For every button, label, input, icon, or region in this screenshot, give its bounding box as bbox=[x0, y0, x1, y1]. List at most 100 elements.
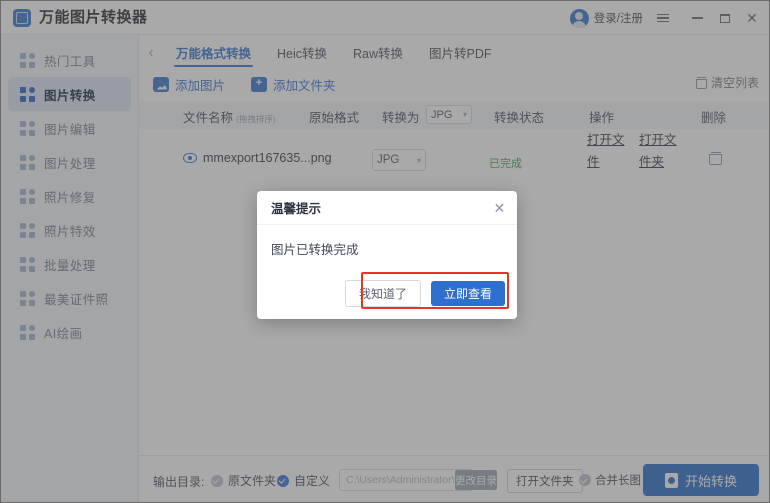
process-icon bbox=[20, 154, 35, 170]
dialog-acknowledge-button[interactable]: 我知道了 bbox=[344, 280, 421, 307]
output-dir-label: 输出目录: bbox=[153, 475, 205, 489]
sidebar-item-image-edit[interactable]: 图片编辑 bbox=[8, 111, 131, 145]
table-row: mmexport167635...png JPG ▾ 已完成 打开文件 打开文件… bbox=[139, 129, 769, 189]
trash-icon bbox=[695, 76, 707, 89]
sidebar-item-label: 照片修复 bbox=[44, 190, 96, 205]
effects-icon bbox=[20, 222, 35, 238]
notice-dialog: 温馨提示 ✕ 图片已转换完成 我知道了 立即查看 bbox=[257, 191, 517, 319]
app-logo-icon bbox=[13, 9, 31, 27]
sidebar-item-batch-process[interactable]: 批量处理 bbox=[8, 247, 131, 281]
sidebar-item-label: 热门工具 bbox=[44, 54, 96, 69]
sidebar-item-photo-effects[interactable]: 照片特效 bbox=[8, 213, 131, 247]
close-icon[interactable]: ✕ bbox=[741, 7, 763, 29]
radio-custom-folder[interactable]: 自定义 bbox=[277, 472, 330, 489]
sidebar-item-hot-tools[interactable]: 热门工具 bbox=[8, 43, 131, 77]
maximize-icon[interactable] bbox=[714, 7, 736, 29]
sidebar-item-label: 图片转换 bbox=[44, 88, 96, 103]
start-convert-button[interactable]: 开始转换 bbox=[643, 464, 759, 496]
open-folder-link[interactable]: 打开文件夹 bbox=[639, 129, 687, 173]
dialog-view-now-button[interactable]: 立即查看 bbox=[430, 281, 505, 306]
ai-paint-icon bbox=[20, 324, 35, 340]
clear-list-label: 清空列表 bbox=[710, 76, 759, 90]
application-window: 万能图片转换器 登录/注册 ✕ 热门工具 图片转换 图片编辑 图片处理 照片修复… bbox=[0, 0, 770, 503]
avatar bbox=[569, 8, 589, 28]
add-image-label: 添加图片 bbox=[175, 78, 226, 93]
open-file-link[interactable]: 打开文件 bbox=[587, 129, 629, 173]
header-status: 转换状态 bbox=[494, 111, 545, 125]
chevron-down-icon: ▾ bbox=[462, 110, 467, 119]
grid-icon bbox=[20, 52, 35, 68]
row-status: 已完成 bbox=[489, 158, 522, 170]
batch-icon bbox=[20, 256, 35, 272]
eye-icon[interactable] bbox=[183, 153, 197, 163]
radio-off-icon bbox=[211, 474, 223, 487]
radio-original-label: 原文件夹 bbox=[228, 474, 277, 488]
clear-list-button[interactable]: 清空列表 bbox=[695, 74, 759, 91]
folder-plus-icon bbox=[251, 75, 267, 92]
tab-image-to-pdf[interactable]: 图片转PDF bbox=[416, 35, 505, 69]
app-title: 万能图片转换器 bbox=[39, 9, 148, 26]
global-format-select[interactable]: JPG ▾ bbox=[426, 105, 472, 124]
header-convert-to: 转换为 bbox=[382, 111, 420, 125]
row-format-value: JPG bbox=[377, 154, 400, 166]
dialog-close-icon[interactable]: ✕ bbox=[492, 200, 507, 215]
back-chevron-icon[interactable]: ‹ bbox=[139, 35, 163, 69]
login-register-label: 登录/注册 bbox=[593, 13, 643, 25]
repair-icon bbox=[20, 188, 35, 204]
sidebar-item-ai-painting[interactable]: AI绘画 bbox=[8, 315, 131, 349]
sidebar-item-label: 最美证件照 bbox=[44, 292, 109, 307]
header-filename-hint: (拖拽排序) bbox=[236, 114, 276, 124]
radio-custom-label: 自定义 bbox=[294, 474, 331, 488]
sidebar-item-image-process[interactable]: 图片处理 bbox=[8, 145, 131, 179]
image-icon bbox=[153, 76, 169, 92]
sidebar: 热门工具 图片转换 图片编辑 图片处理 照片修复 照片特效 批量处理 最美证件照… bbox=[1, 35, 139, 502]
id-photo-icon bbox=[20, 290, 35, 306]
radio-original-folder[interactable]: 原文件夹 bbox=[211, 472, 276, 489]
header-source-format: 原始格式 bbox=[309, 111, 360, 125]
document-icon bbox=[664, 472, 678, 488]
minimize-icon[interactable] bbox=[686, 7, 708, 29]
convert-icon bbox=[20, 86, 35, 102]
global-format-value: JPG bbox=[431, 108, 453, 121]
toolbar: 添加图片 添加文件夹 清空列表 bbox=[139, 71, 769, 101]
dialog-header: 温馨提示 ✕ bbox=[257, 191, 517, 225]
hamburger-menu-icon[interactable] bbox=[652, 7, 674, 29]
add-image-button[interactable]: 添加图片 bbox=[153, 73, 225, 95]
tab-heic-convert[interactable]: Heic转换 bbox=[264, 35, 340, 69]
sidebar-item-label: 照片特效 bbox=[44, 224, 96, 239]
dialog-actions: 我知道了 立即查看 bbox=[344, 280, 505, 307]
sidebar-item-photo-repair[interactable]: 照片修复 bbox=[8, 179, 131, 213]
header-action: 操作 bbox=[589, 111, 615, 125]
title-bar: 万能图片转换器 登录/注册 ✕ bbox=[1, 1, 769, 35]
bottom-bar: 输出目录: 原文件夹 自定义 C:\Users\Administrator\..… bbox=[139, 455, 769, 502]
row-filename: mmexport167635...png bbox=[203, 151, 332, 165]
start-convert-label: 开始转换 bbox=[684, 473, 737, 489]
sidebar-item-label: 图片处理 bbox=[44, 156, 96, 171]
sidebar-item-label: 批量处理 bbox=[44, 258, 96, 273]
dialog-message: 图片已转换完成 bbox=[271, 243, 359, 257]
dialog-title: 温馨提示 bbox=[271, 202, 322, 216]
add-folder-button[interactable]: 添加文件夹 bbox=[251, 73, 336, 95]
radio-on-icon bbox=[277, 474, 289, 487]
sidebar-item-label: 图片编辑 bbox=[44, 122, 96, 137]
merge-long-image-checkbox[interactable]: 合并长图 bbox=[579, 472, 641, 488]
tab-bar: ‹ 万能格式转换 Heic转换 Raw转换 图片转PDF bbox=[139, 35, 769, 69]
header-delete: 删除 bbox=[701, 111, 727, 125]
chevron-down-icon: ▾ bbox=[416, 155, 421, 165]
table-header: 文件名称 (拖拽排序) 原始格式 转换为 JPG ▾ 转换状态 操作 删除 bbox=[139, 101, 769, 129]
tab-universal-convert[interactable]: 万能格式转换 bbox=[163, 35, 264, 69]
sidebar-item-image-convert[interactable]: 图片转换 bbox=[8, 77, 131, 111]
login-register-button[interactable]: 登录/注册 bbox=[569, 7, 643, 29]
edit-icon bbox=[20, 120, 35, 136]
checkbox-icon bbox=[579, 474, 591, 486]
row-format-select[interactable]: JPG ▾ bbox=[372, 149, 426, 171]
close-glyph: ✕ bbox=[746, 10, 758, 26]
merge-long-image-label: 合并长图 bbox=[595, 475, 641, 487]
change-dir-button[interactable]: 更改目录 bbox=[455, 470, 497, 490]
output-path-input[interactable]: C:\Users\Administrator\... bbox=[339, 469, 473, 491]
add-folder-label: 添加文件夹 bbox=[273, 78, 336, 93]
header-filename: 文件名称 bbox=[183, 111, 234, 125]
tab-raw-convert[interactable]: Raw转换 bbox=[340, 35, 416, 69]
sidebar-item-id-photo[interactable]: 最美证件照 bbox=[8, 281, 131, 315]
open-folder-button[interactable]: 打开文件夹 bbox=[507, 469, 583, 493]
